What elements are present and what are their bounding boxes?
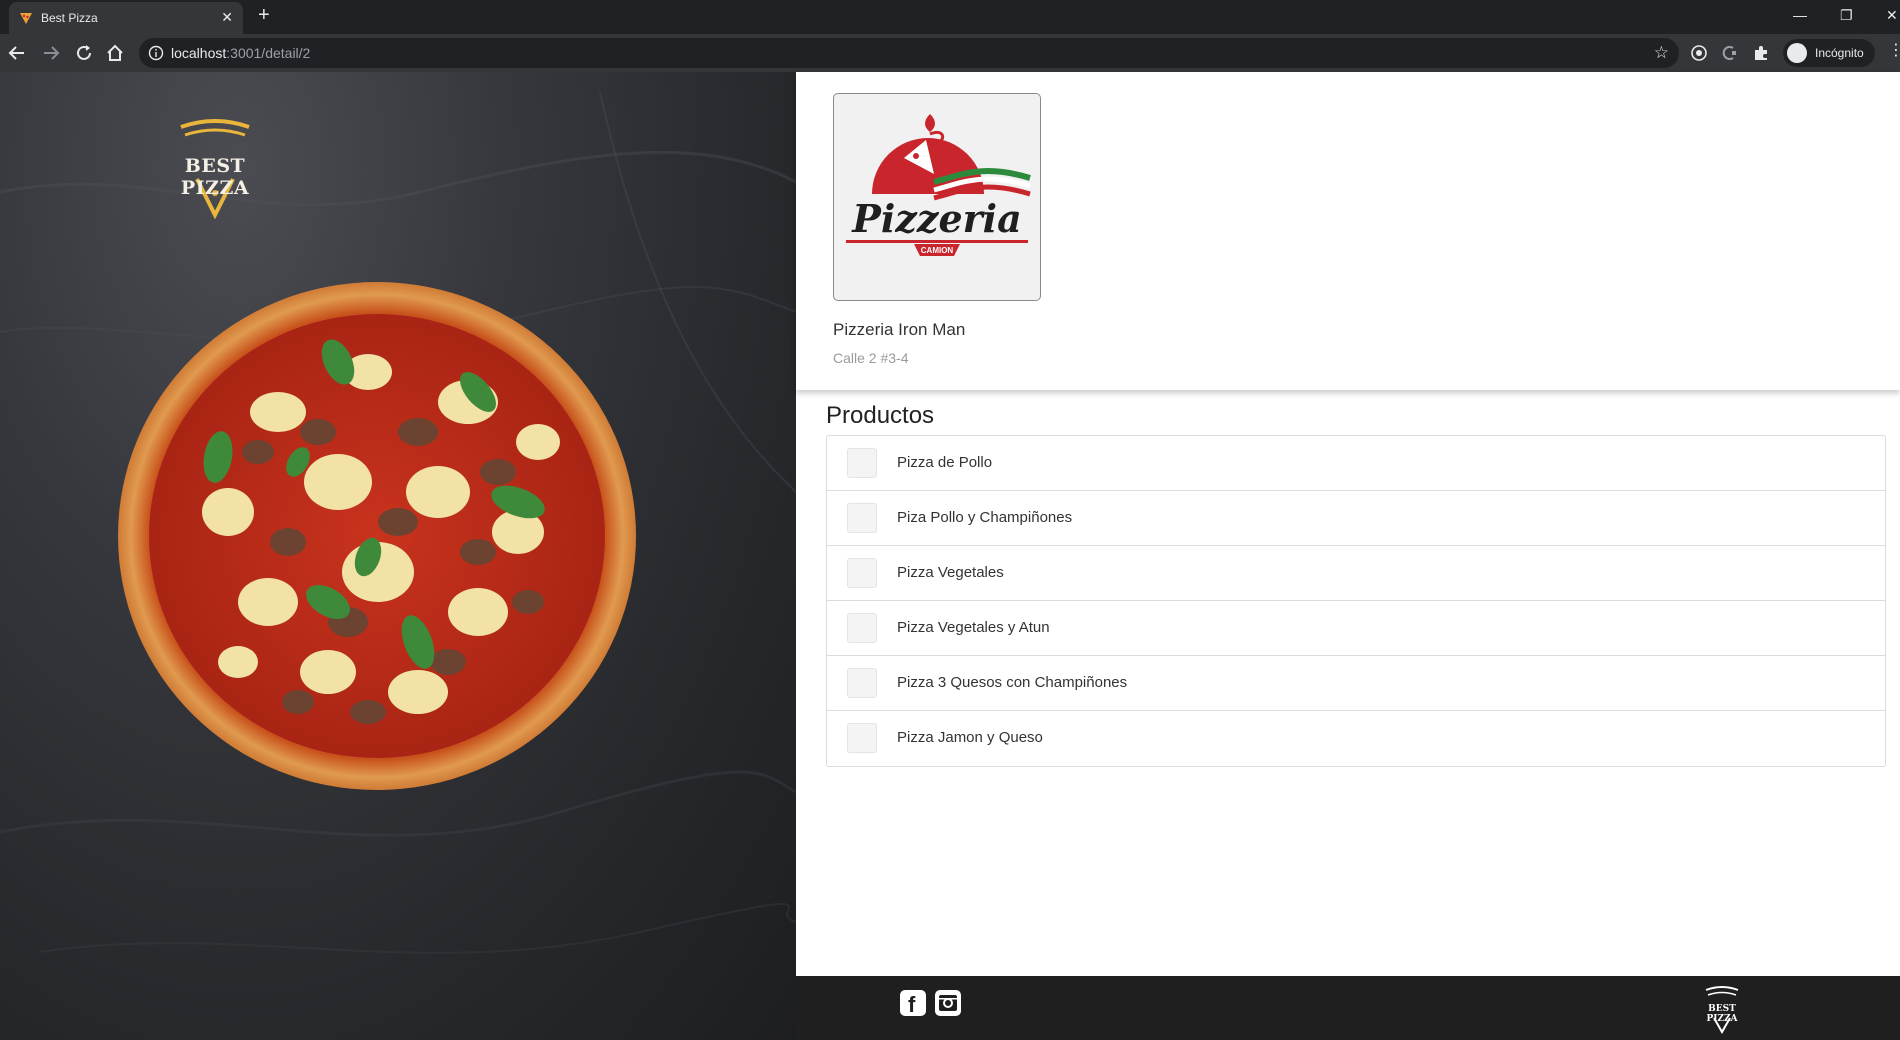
address-bar[interactable]: localhost:3001/detail/2 ☆	[139, 38, 1679, 68]
browser-tab-strip: Best Pizza ✕ + — ❐ ✕	[0, 0, 1900, 34]
product-thumbnail-icon	[847, 668, 877, 698]
product-thumbnail-icon	[847, 448, 877, 478]
camera-glyph	[939, 995, 957, 1011]
tab-close-icon[interactable]: ✕	[221, 9, 233, 26]
product-name: Pizza Vegetales y Atun	[897, 619, 1050, 636]
logo-wordmark: Pizzeria	[851, 196, 1021, 241]
product-name: Pizza Vegetales	[897, 564, 1004, 581]
product-thumbnail-icon	[847, 558, 877, 588]
pizzeria-logo-icon: Pizzeria CAMION	[846, 114, 1031, 256]
back-arrow-icon[interactable]	[6, 42, 28, 64]
extension-c-icon[interactable]	[1720, 44, 1738, 62]
home-icon[interactable]	[104, 42, 126, 64]
close-window-button[interactable]: ✕	[1886, 7, 1898, 24]
incognito-profile-button[interactable]: Incógnito	[1783, 39, 1875, 67]
url-text: localhost:3001/detail/2	[171, 45, 311, 61]
incognito-icon	[1787, 43, 1807, 63]
restaurant-detail-panel: Pizzeria CAMION Pizzeria Iron Man Calle …	[796, 72, 1900, 1040]
facebook-letter: f	[908, 992, 916, 1017]
brand-name: BEST PIZZA	[180, 155, 250, 199]
minimize-button[interactable]: —	[1793, 7, 1807, 23]
facebook-icon[interactable]: f	[900, 990, 926, 1017]
site-footer: f BEST PIZZA	[796, 976, 1900, 1040]
list-item[interactable]: Piza Pollo y Champiñones	[827, 491, 1885, 546]
restaurant-logo: Pizzeria CAMION	[833, 93, 1041, 301]
restaurant-name: Pizzeria Iron Man	[833, 320, 966, 339]
extensions-puzzle-icon[interactable]	[1752, 44, 1770, 62]
footer-brand-name: BEST PIZZA	[1706, 1004, 1738, 1024]
new-tab-button[interactable]: +	[258, 5, 270, 25]
logo-subtext: CAMION	[921, 246, 954, 255]
list-item[interactable]: Pizza Vegetales y Atun	[827, 601, 1885, 656]
product-thumbnail-icon	[847, 723, 877, 753]
list-item[interactable]: Pizza de Pollo	[827, 436, 1885, 491]
product-thumbnail-icon	[847, 613, 877, 643]
product-name: Pizza de Pollo	[897, 454, 993, 471]
browser-toolbar: localhost:3001/detail/2 ☆ Incógnito ⋮	[0, 34, 1900, 72]
products-heading: Productos	[826, 402, 935, 429]
product-name: Pizza Jamon y Queso	[897, 729, 1043, 746]
instagram-icon[interactable]	[935, 990, 961, 1016]
list-item[interactable]: Pizza Jamon y Queso	[827, 711, 1885, 766]
list-item[interactable]: Pizza Vegetales	[827, 546, 1885, 601]
pizza-favicon-icon	[20, 13, 32, 24]
list-item[interactable]: Pizza 3 Quesos con Champiñones	[827, 656, 1885, 711]
pizza-photo	[118, 282, 636, 790]
product-thumbnail-icon	[847, 503, 877, 533]
info-icon[interactable]	[148, 45, 164, 61]
browser-tab[interactable]: Best Pizza ✕	[9, 2, 243, 34]
best-pizza-logo: BEST PIZZA	[153, 119, 277, 219]
restaurant-card: Pizzeria CAMION Pizzeria Iron Man Calle …	[796, 72, 1900, 390]
maximize-button[interactable]: ❐	[1840, 7, 1853, 24]
product-name: Pizza 3 Quesos con Champiñones	[897, 674, 1128, 691]
bookmark-star-icon[interactable]: ☆	[1654, 43, 1669, 63]
forward-arrow-icon[interactable]	[40, 42, 62, 64]
restaurant-address: Calle 2 #3-4	[833, 350, 909, 366]
product-name: Piza Pollo y Champiñones	[897, 509, 1073, 526]
footer-logo: BEST PIZZA	[1692, 984, 1752, 1034]
browser-menu-icon[interactable]: ⋮	[1888, 43, 1900, 59]
extension-circle-icon[interactable]	[1690, 44, 1708, 62]
product-list: Pizza de Pollo Piza Pollo y Champiñones …	[826, 435, 1886, 767]
hero-pizza-image: BEST PIZZA	[0, 72, 796, 1040]
incognito-label: Incógnito	[1815, 46, 1864, 60]
tab-title: Best Pizza	[41, 11, 98, 25]
reload-icon[interactable]	[73, 42, 95, 64]
